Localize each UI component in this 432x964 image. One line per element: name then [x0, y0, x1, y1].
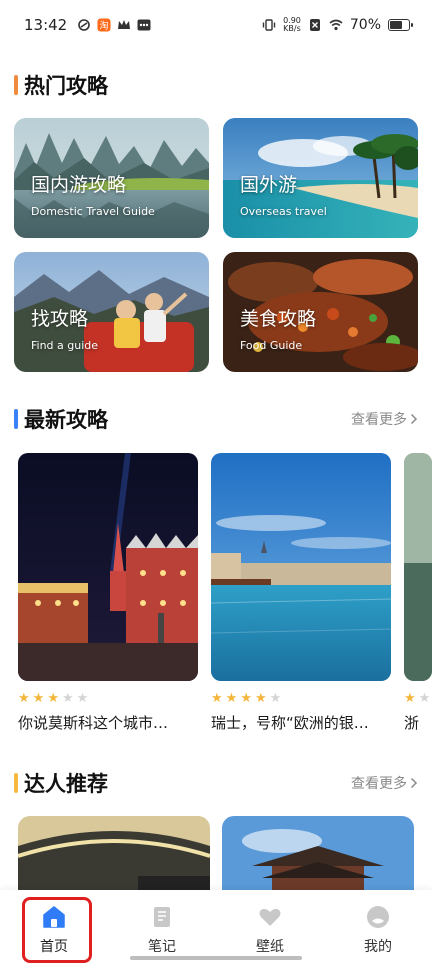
- pagoda-image: [222, 816, 414, 896]
- vibrate-icon: [262, 19, 276, 31]
- tab-notes[interactable]: 笔记: [108, 890, 216, 964]
- hot-card-subtitle: Overseas travel: [240, 205, 327, 218]
- svg-text:淘: 淘: [100, 20, 109, 32]
- wifi-icon: [329, 19, 343, 31]
- hot-card-domestic[interactable]: 国内游攻略 Domestic Travel Guide: [14, 118, 209, 238]
- hot-card-food[interactable]: 美食攻略 Food Guide: [223, 252, 418, 372]
- star-filled-icon: ★: [240, 691, 253, 706]
- hot-card-overseas[interactable]: 国外游 Overseas travel: [223, 118, 418, 238]
- hot-card-title: 国外游: [240, 174, 298, 196]
- latest-card-title: 你说莫斯科这个城市…: [18, 714, 169, 732]
- status-bar: 13:42 淘 0.90 KB/s 70%: [0, 0, 432, 50]
- experts-title: 达人推荐: [24, 772, 108, 796]
- partial-landscape-image: [404, 453, 432, 681]
- tab-wallpaper[interactable]: 壁纸: [216, 890, 324, 964]
- switzerland-lake-image: [211, 453, 391, 681]
- star-filled-icon: ★: [47, 691, 60, 706]
- chevron-right-icon: [410, 777, 418, 789]
- battery-icon: [388, 19, 413, 31]
- see-more-label: 查看更多: [351, 776, 407, 792]
- star-filled-icon: ★: [404, 691, 417, 706]
- rating-stars: ★★★★★: [404, 691, 432, 706]
- tab-label: 笔记: [148, 939, 176, 955]
- hot-card-subtitle: Domestic Travel Guide: [31, 205, 155, 218]
- profile-icon: [367, 906, 389, 928]
- home-tab-highlight: [22, 897, 92, 963]
- star-filled-icon: ★: [32, 691, 46, 706]
- see-more-label: 查看更多: [351, 412, 407, 428]
- star-empty-icon: ★: [418, 691, 432, 706]
- hot-card-title: 找攻略: [31, 308, 89, 330]
- escalator-image: [18, 816, 210, 896]
- star-filled-icon: ★: [225, 691, 239, 706]
- experts-header: 达人推荐 查看更多: [14, 768, 418, 798]
- star-empty-icon: ★: [76, 691, 90, 706]
- tab-label: 我的: [364, 939, 392, 955]
- star-filled-icon: ★: [211, 691, 224, 706]
- tab-profile[interactable]: 我的: [324, 890, 432, 964]
- status-time: 13:42: [24, 16, 68, 34]
- hot-card-subtitle: Food Guide: [240, 339, 303, 352]
- chevron-right-icon: [410, 413, 418, 425]
- hot-card-title: 美食攻略: [240, 308, 317, 330]
- home-indicator: [130, 956, 302, 960]
- app-notification-icon: [78, 19, 91, 31]
- latest-guides-header: 最新攻略 查看更多: [14, 404, 418, 434]
- rating-stars: ★★★★★: [211, 691, 391, 706]
- star-filled-icon: ★: [254, 691, 268, 706]
- star-empty-icon: ★: [61, 691, 75, 706]
- tab-label: 壁纸: [256, 939, 284, 955]
- note-icon: [154, 907, 170, 927]
- experts-see-more-link[interactable]: 查看更多: [351, 773, 418, 793]
- latest-card-switzerland[interactable]: ★ ★ ★ ★ ★ 瑞士，号称“欧洲的银…: [211, 453, 391, 733]
- expert-card-2[interactable]: [222, 816, 414, 896]
- heart-icon: [259, 908, 281, 926]
- hot-card-subtitle: Find a guide: [31, 339, 99, 352]
- crown-icon: [118, 20, 131, 29]
- moscow-image: [18, 453, 198, 681]
- hot-card-find[interactable]: 找攻略 Find a guide: [14, 252, 209, 372]
- taobao-icon: 淘: [97, 18, 111, 32]
- hot-card-title: 国内游攻略: [31, 174, 127, 196]
- network-speed: 0.90 KB/s: [283, 16, 301, 33]
- latest-card-title: 浙: [404, 714, 420, 732]
- latest-card-partial[interactable]: ★★★★★ 浙: [404, 453, 432, 733]
- latest-accent-bar: [14, 409, 18, 429]
- star-filled-icon: ★: [18, 691, 31, 706]
- latest-guides-title: 最新攻略: [24, 408, 108, 432]
- rating-stars: ★★★★★: [18, 691, 198, 706]
- dots-app-icon: [137, 19, 151, 31]
- latest-card-title: 瑞士，号称“欧洲的银…: [211, 714, 369, 732]
- expert-card-1[interactable]: [18, 816, 210, 896]
- sim-off-icon: [309, 19, 320, 31]
- hot-guides-header: 热门攻略: [14, 70, 418, 100]
- latest-see-more-link[interactable]: 查看更多: [351, 409, 418, 429]
- latest-card-moscow[interactable]: ★ ★ ★ ★ ★ 你说莫斯科这个城市…: [18, 453, 198, 733]
- star-empty-icon: ★: [269, 691, 283, 706]
- hot-guides-title: 热门攻略: [24, 74, 108, 98]
- battery-percent: 70%: [349, 17, 381, 33]
- experts-accent-bar: [14, 773, 18, 793]
- hot-accent-bar: [14, 75, 18, 95]
